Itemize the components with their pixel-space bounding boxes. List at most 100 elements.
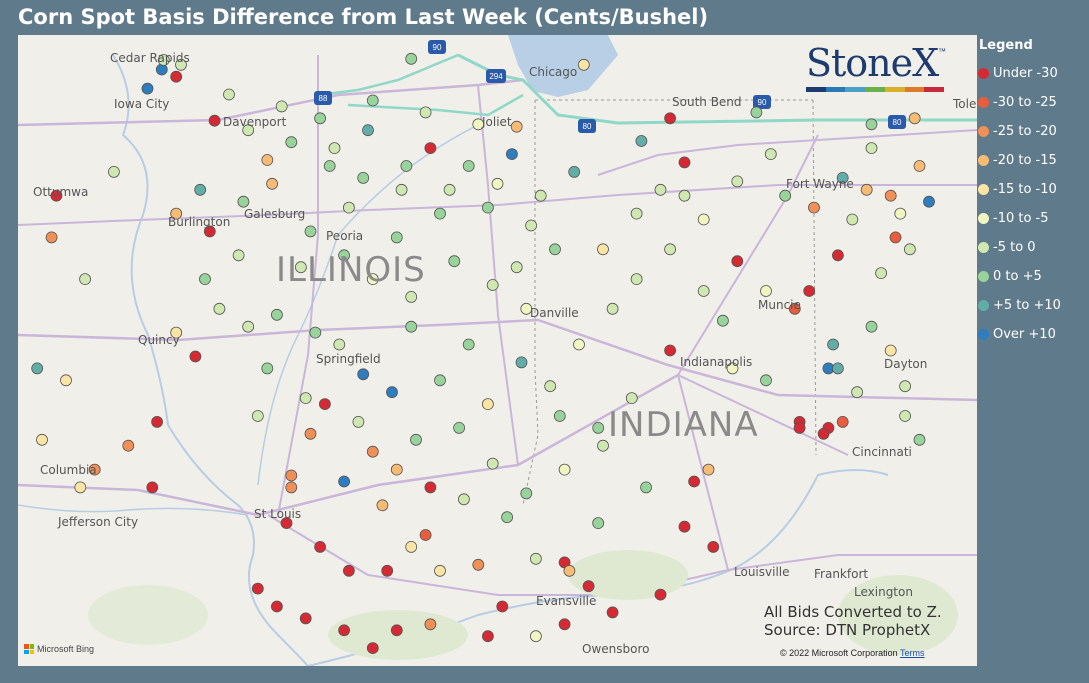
bid-marker[interactable] <box>261 154 274 166</box>
bid-marker[interactable] <box>875 267 887 280</box>
bid-marker[interactable] <box>410 433 422 446</box>
bid-marker[interactable] <box>208 114 221 127</box>
bid-marker[interactable] <box>654 183 667 196</box>
bid-marker[interactable] <box>832 249 844 262</box>
bid-marker[interactable] <box>395 183 408 196</box>
bid-marker[interactable] <box>318 398 331 411</box>
bid-marker[interactable] <box>434 564 446 577</box>
bid-marker[interactable] <box>390 463 403 476</box>
bid-marker[interactable] <box>894 207 907 220</box>
bid-marker[interactable] <box>846 213 859 226</box>
bid-marker[interactable] <box>884 189 897 202</box>
bid-marker[interactable] <box>597 243 609 256</box>
bid-marker[interactable] <box>462 338 475 351</box>
bid-marker[interactable] <box>424 142 437 154</box>
bid-marker[interactable] <box>338 624 351 637</box>
bid-marker[interactable] <box>481 398 494 411</box>
bid-marker[interactable] <box>558 463 571 476</box>
bid-marker[interactable] <box>462 160 475 172</box>
bid-marker[interactable] <box>285 481 298 494</box>
bid-marker[interactable] <box>146 481 159 494</box>
bid-marker[interactable] <box>530 552 542 565</box>
bing-attribution[interactable]: Microsoft Bing <box>24 644 94 654</box>
bid-marker[interactable] <box>285 469 298 482</box>
bid-marker[interactable] <box>31 362 44 375</box>
bid-marker[interactable] <box>525 219 537 232</box>
bid-marker[interactable] <box>309 326 322 339</box>
bid-marker[interactable] <box>664 344 676 357</box>
bid-marker[interactable] <box>366 94 379 107</box>
bid-marker[interactable] <box>434 207 446 220</box>
bid-marker[interactable] <box>237 195 250 208</box>
bid-marker[interactable] <box>199 273 211 286</box>
bid-marker[interactable] <box>448 255 461 268</box>
bid-marker[interactable] <box>232 249 245 262</box>
bid-marker[interactable] <box>702 463 715 476</box>
bid-marker[interactable] <box>678 520 691 533</box>
bid-marker[interactable] <box>151 415 164 428</box>
bid-marker[interactable] <box>592 517 605 530</box>
bid-marker[interactable] <box>597 439 609 452</box>
bid-marker[interactable] <box>74 481 87 494</box>
bid-marker[interactable] <box>304 427 317 440</box>
bid-marker[interactable] <box>390 231 403 244</box>
bid-marker[interactable] <box>606 606 619 619</box>
bid-marker[interactable] <box>640 481 652 494</box>
bid-marker[interactable] <box>285 136 298 149</box>
bid-marker[interactable] <box>266 177 279 190</box>
bid-marker[interactable] <box>697 213 710 226</box>
bid-marker[interactable] <box>505 148 518 160</box>
bid-marker[interactable] <box>342 201 355 214</box>
bid-marker[interactable] <box>376 499 389 512</box>
bid-marker[interactable] <box>405 52 418 65</box>
bid-marker[interactable] <box>731 175 744 188</box>
bid-marker[interactable] <box>832 362 844 375</box>
bid-marker[interactable] <box>606 302 619 315</box>
bid-marker[interactable] <box>630 273 643 286</box>
bid-marker[interactable] <box>314 540 327 553</box>
bid-marker[interactable] <box>443 183 456 196</box>
bid-marker[interactable] <box>731 255 744 268</box>
bid-marker[interactable] <box>45 231 58 244</box>
bid-marker[interactable] <box>275 100 288 113</box>
bid-marker[interactable] <box>141 82 154 95</box>
bid-marker[interactable] <box>405 290 418 303</box>
bid-marker[interactable] <box>793 421 806 434</box>
bid-marker[interactable] <box>808 201 820 214</box>
bid-marker[interactable] <box>472 558 485 571</box>
bid-marker[interactable] <box>592 421 605 434</box>
bid-marker[interactable] <box>60 374 72 387</box>
bid-marker[interactable] <box>314 112 327 125</box>
bid-marker[interactable] <box>630 207 643 220</box>
bid-marker[interactable] <box>520 487 533 500</box>
bid-marker[interactable] <box>865 118 878 131</box>
bid-marker[interactable] <box>836 415 849 428</box>
bid-marker[interactable] <box>357 171 370 184</box>
bid-marker[interactable] <box>688 475 700 488</box>
bid-marker[interactable] <box>342 564 355 577</box>
bid-marker[interactable] <box>390 624 403 637</box>
bid-marker[interactable] <box>553 410 566 422</box>
bid-marker[interactable] <box>424 618 437 631</box>
bid-marker[interactable] <box>654 588 667 601</box>
bid-marker[interactable] <box>434 374 446 387</box>
bid-marker[interactable] <box>486 279 499 291</box>
bid-marker[interactable] <box>760 374 772 387</box>
bid-marker[interactable] <box>558 618 571 631</box>
bid-marker[interactable] <box>486 457 499 470</box>
bid-marker[interactable] <box>496 600 509 613</box>
bid-marker[interactable] <box>635 135 648 147</box>
bid-marker[interactable] <box>851 386 863 399</box>
bid-marker[interactable] <box>501 511 514 524</box>
bid-marker[interactable] <box>304 225 317 238</box>
bid-marker[interactable] <box>453 421 466 434</box>
bid-marker[interactable] <box>251 410 264 422</box>
bid-marker[interactable] <box>223 88 235 101</box>
bid-marker[interactable] <box>664 243 676 256</box>
bid-marker[interactable] <box>36 433 48 446</box>
bid-marker[interactable] <box>884 344 897 357</box>
bid-marker[interactable] <box>419 106 432 119</box>
bid-marker[interactable] <box>299 612 312 625</box>
bid-marker[interactable] <box>625 392 638 405</box>
bid-marker[interactable] <box>697 285 710 297</box>
